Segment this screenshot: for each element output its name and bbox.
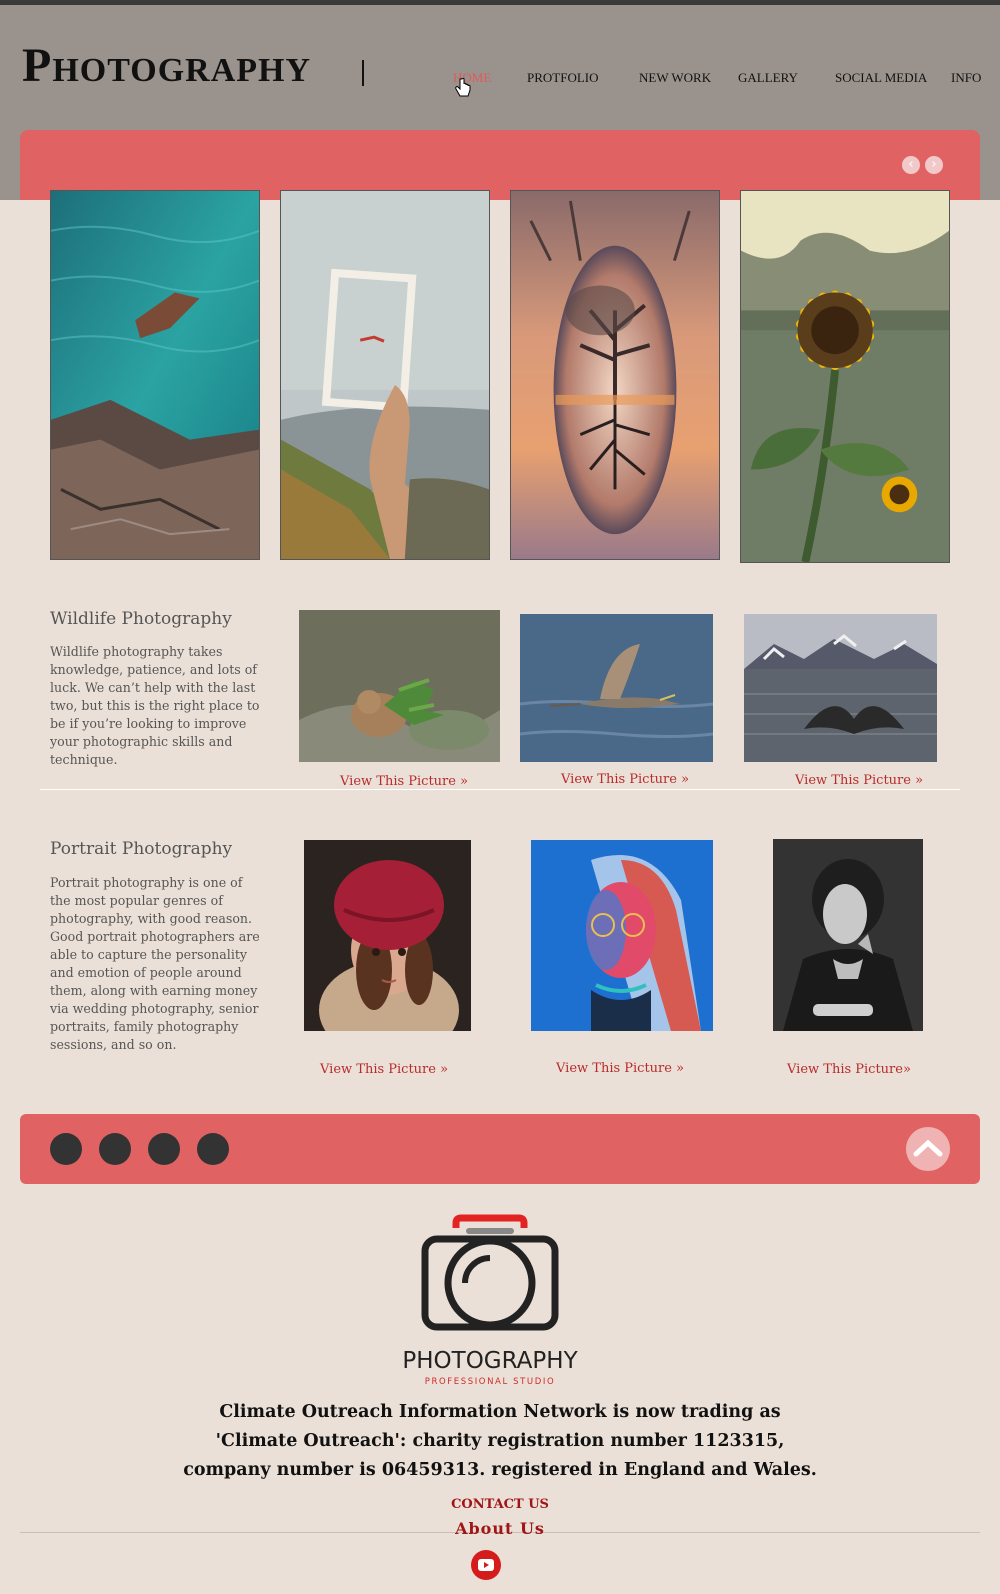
sunflower-photo[interactable] [740,190,950,563]
youtube-icon [478,1559,494,1571]
view-picture-link[interactable]: View This Picture » [556,1061,684,1076]
view-picture-link[interactable]: View This Picture » [561,772,689,787]
about-link[interactable]: About Us [0,1519,1000,1538]
portrait-text: Portrait photography is one of the most … [50,875,260,1052]
social-dot-1[interactable] [50,1133,82,1165]
social-dot-4[interactable] [197,1133,229,1165]
nav-gallery[interactable]: GALLERY [738,70,798,86]
nav-info[interactable]: INFO [951,70,981,86]
wildlife-text: Wildlife photography takes knowledge, pa… [50,644,260,767]
footer-logo: PHOTOGRAPHY PROFESSIONAL STUDIO [390,1208,590,1393]
view-picture-link[interactable]: View This Picture » [795,773,923,788]
portrait-title: Portrait Photography [50,839,233,859]
hand-cursor-icon [455,78,471,97]
footer-logo-title: PHOTOGRAPHY [402,1348,578,1374]
camera-icon: PHOTOGRAPHY PROFESSIONAL STUDIO [402,1214,579,1387]
view-picture-link[interactable]: View This Picture » [340,774,468,789]
site-logo[interactable]: Photography [22,38,311,93]
social-dot-3[interactable] [148,1133,180,1165]
heron-photo[interactable] [520,614,713,762]
nav-social-media[interactable]: SOCIAL MEDIA [835,70,927,86]
sea-rocks-photo[interactable] [50,190,260,560]
footer-notice: Climate Outreach Information Network is … [183,1402,817,1480]
slider-next-button[interactable]: › [925,156,943,174]
wildlife-title: Wildlife Photography [50,609,232,629]
neon-portrait-photo[interactable] [531,840,713,1031]
whale-tail-photo[interactable] [744,614,937,762]
pika-photo[interactable] [299,610,500,762]
social-dot-2[interactable] [99,1133,131,1165]
nav-portfolio[interactable]: PROTFOLIO [527,70,599,86]
logo-divider [362,60,364,86]
view-picture-link[interactable]: View This Picture » [320,1062,448,1077]
view-picture-link[interactable]: View This Picture» [787,1062,911,1077]
frame-hand-photo[interactable] [280,190,490,560]
chevron-up-icon [913,1139,943,1157]
child-portrait-photo[interactable] [304,840,471,1031]
bw-portrait-photo[interactable] [773,839,923,1031]
scroll-top-button[interactable] [906,1127,950,1171]
youtube-button[interactable] [471,1550,501,1580]
section-divider [40,789,960,790]
slider-prev-button[interactable]: ‹ [902,156,920,174]
crystal-ball-tree-photo[interactable] [510,190,720,560]
footer-logo-subtitle: PROFESSIONAL STUDIO [425,1377,556,1387]
contact-link[interactable]: CONTACT US [0,1497,1000,1512]
nav-new-work[interactable]: NEW WORK [639,70,711,86]
